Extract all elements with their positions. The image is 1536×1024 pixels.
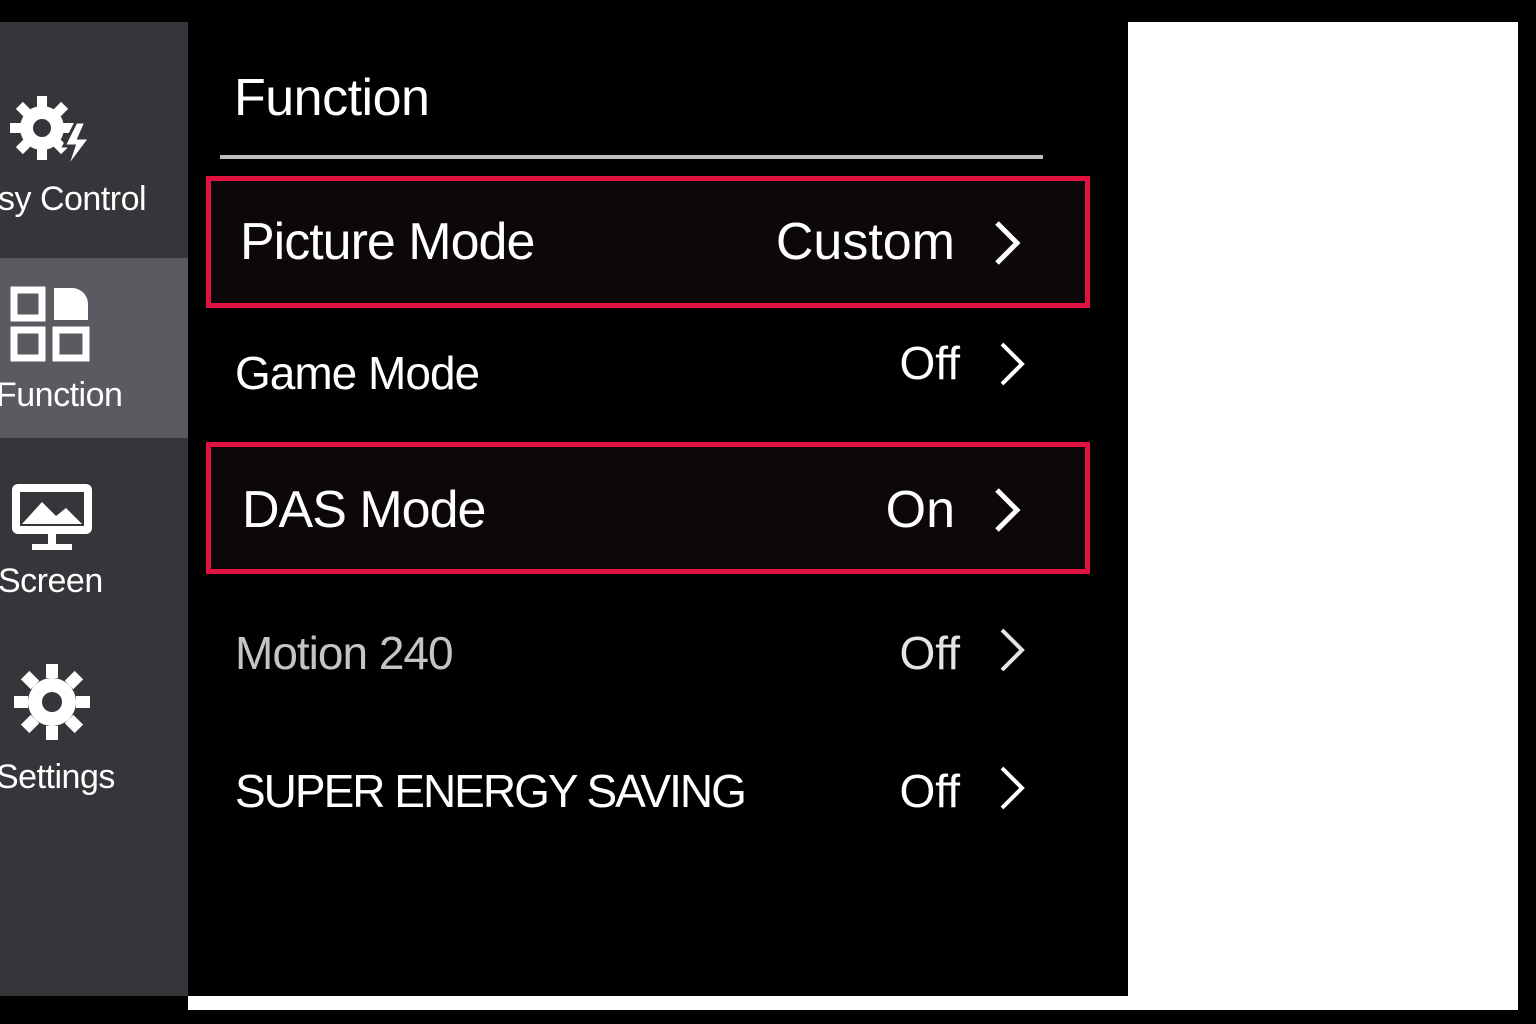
bottom-border (188, 996, 1128, 1010)
menu-row-das-mode[interactable]: DAS Mode On (206, 442, 1090, 574)
chevron-right-icon (995, 488, 1021, 532)
sidebar-item-label: Settings (0, 758, 115, 796)
function-grid-icon (10, 284, 92, 369)
chevron-right-icon (1000, 766, 1025, 810)
row-value: Off (899, 337, 960, 389)
menu-row-super-energy-saving[interactable]: SUPER ENERGY SAVING Off (206, 732, 1090, 864)
row-label: Game Mode (235, 347, 480, 399)
blank-area (1128, 22, 1518, 1010)
gear-icon (12, 662, 92, 747)
row-value: Off (899, 627, 960, 679)
row-value: Off (899, 765, 960, 817)
sidebar-item-screen[interactable]: Screen (0, 458, 188, 628)
row-label: Picture Mode (240, 213, 535, 271)
title-divider (220, 155, 1043, 159)
row-label: Motion 240 (235, 627, 454, 679)
sidebar: sy Control Function Screen Settings (0, 22, 188, 996)
row-label: SUPER ENERGY SAVING (235, 765, 747, 817)
chevron-right-icon (1000, 628, 1025, 672)
page-title: Function (234, 69, 430, 127)
menu-row-game-mode[interactable]: Game Mode Off (206, 308, 1090, 440)
function-panel: Function Picture Mode Custom Game Mode O… (188, 22, 1128, 996)
sidebar-item-label: sy Control (0, 180, 147, 218)
menu-row-picture-mode[interactable]: Picture Mode Custom (206, 176, 1090, 308)
gear-lightning-icon (8, 92, 94, 177)
row-value: On (885, 481, 955, 539)
sidebar-item-settings[interactable]: Settings (0, 642, 188, 822)
sidebar-item-label: Function (0, 376, 123, 414)
screen-monitor-icon (10, 482, 94, 557)
row-value: Custom (775, 213, 955, 271)
osd-screen: sy Control Function Screen Settings Func… (0, 0, 1536, 1024)
sidebar-item-easy-control[interactable]: sy Control (0, 22, 188, 258)
sidebar-item-label: Screen (0, 562, 103, 600)
menu-row-motion-240[interactable]: Motion 240 Off (206, 596, 1090, 728)
chevron-right-icon (1000, 342, 1025, 386)
sidebar-item-function[interactable]: Function (0, 258, 188, 438)
chevron-right-icon (995, 221, 1021, 265)
row-label: DAS Mode (242, 481, 486, 539)
